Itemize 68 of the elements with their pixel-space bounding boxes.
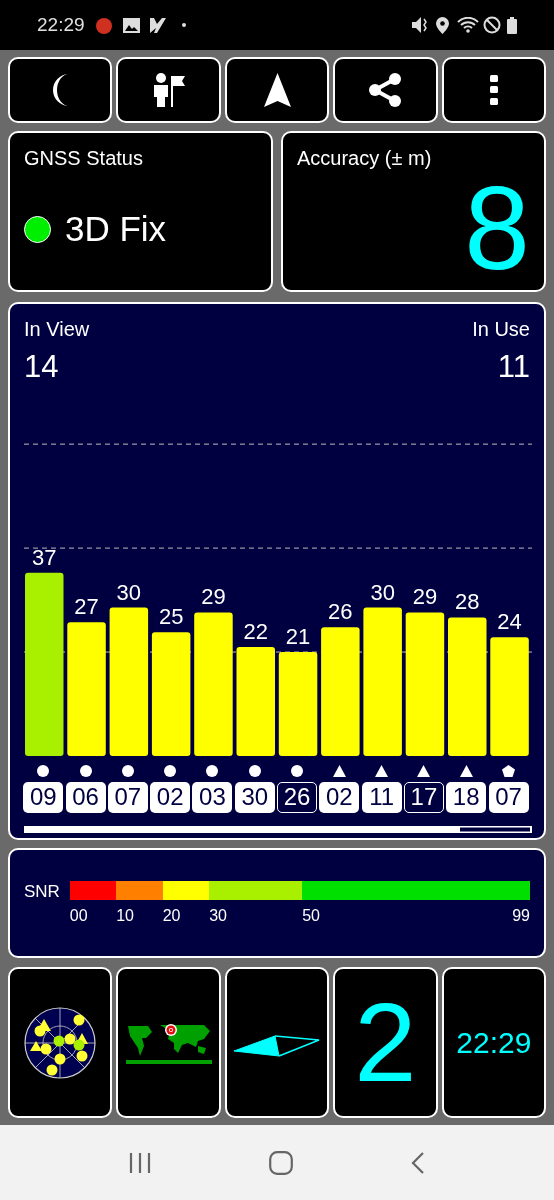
accuracy-title: Accuracy (± m) — [297, 146, 433, 171]
satellite-id: 07 — [488, 781, 529, 813]
sky-view-tile[interactable] — [8, 967, 113, 1118]
snr-scale-label: 20 — [162, 905, 181, 926]
image-icon — [122, 17, 140, 33]
satellite-id: 06 — [65, 781, 106, 813]
share-button[interactable] — [333, 57, 438, 123]
snr-scale-label: 30 — [209, 905, 227, 926]
gnss-status-title: GNSS Status — [24, 146, 144, 171]
accuracy-value: 8 — [464, 169, 530, 287]
signal-value: 29 — [412, 583, 438, 609]
check-flag-icon — [149, 17, 166, 33]
world-map-tile[interactable] — [116, 967, 221, 1118]
satellite-id: 26 — [277, 781, 318, 813]
wifi-icon — [457, 17, 479, 33]
snr-scale-label: 10 — [116, 905, 134, 926]
more-options-button[interactable] — [441, 57, 547, 123]
snr-scale-label: 50 — [302, 905, 320, 926]
in-use-count: 11 — [497, 348, 530, 386]
clock-time: 22:29 — [456, 1025, 532, 1061]
fix-status: 3D Fix — [65, 208, 167, 250]
counter-tile[interactable]: 2 — [333, 967, 438, 1118]
snr-label: SNR — [24, 881, 61, 904]
signal-value: 28 — [455, 588, 480, 614]
night-mode-button[interactable] — [8, 57, 113, 123]
signal-value: 29 — [201, 583, 226, 609]
person-flag-button[interactable] — [116, 57, 221, 123]
satellite-id: 03 — [192, 781, 233, 813]
home-icon — [269, 1150, 293, 1175]
signal-value: 30 — [116, 579, 142, 604]
satellite-id: 18 — [446, 781, 487, 813]
signal-value: 22 — [243, 618, 268, 644]
in-view-count: 14 — [24, 348, 59, 386]
in-view-label: In View — [24, 317, 90, 342]
more-options-icon — [489, 75, 498, 105]
satellite-id: 02 — [150, 781, 191, 813]
dot-icon — [181, 23, 186, 27]
mute-icon — [412, 17, 430, 33]
status-time: 22:29 — [37, 12, 85, 37]
counter-value: 2 — [354, 986, 417, 1099]
satellite-id: 30 — [234, 781, 275, 813]
navigation-arrow-icon — [263, 73, 291, 107]
satellite-id: 09 — [23, 781, 64, 813]
signal-value: 27 — [74, 593, 99, 619]
navigation-button[interactable] — [224, 57, 330, 123]
battery-icon — [507, 16, 517, 34]
location-icon — [436, 16, 449, 34]
share-icon — [369, 73, 402, 107]
person-flag-icon — [151, 73, 186, 107]
signal-value: 30 — [370, 579, 395, 604]
signal-value: 26 — [328, 598, 353, 624]
satellite-id: 07 — [107, 781, 148, 813]
recent-apps-icon — [129, 1152, 151, 1173]
compass-tile[interactable] — [224, 967, 330, 1118]
in-use-label: In Use — [472, 317, 530, 342]
back-icon — [411, 1151, 425, 1174]
satellite-id: 02 — [319, 781, 360, 813]
satellite-id: 17 — [403, 781, 444, 813]
app-notification-icon — [94, 16, 113, 34]
clock-tile[interactable]: 22:29 — [441, 967, 547, 1118]
snr-scale-label: 99 — [512, 905, 530, 926]
signal-value: 25 — [158, 603, 184, 629]
satellite-id: 11 — [361, 781, 402, 813]
signal-value: 37 — [32, 544, 57, 570]
signal-value: 24 — [497, 608, 522, 634]
blocked-icon — [483, 16, 501, 34]
snr-scale-label: 00 — [69, 905, 88, 926]
signal-value: 21 — [285, 623, 311, 649]
